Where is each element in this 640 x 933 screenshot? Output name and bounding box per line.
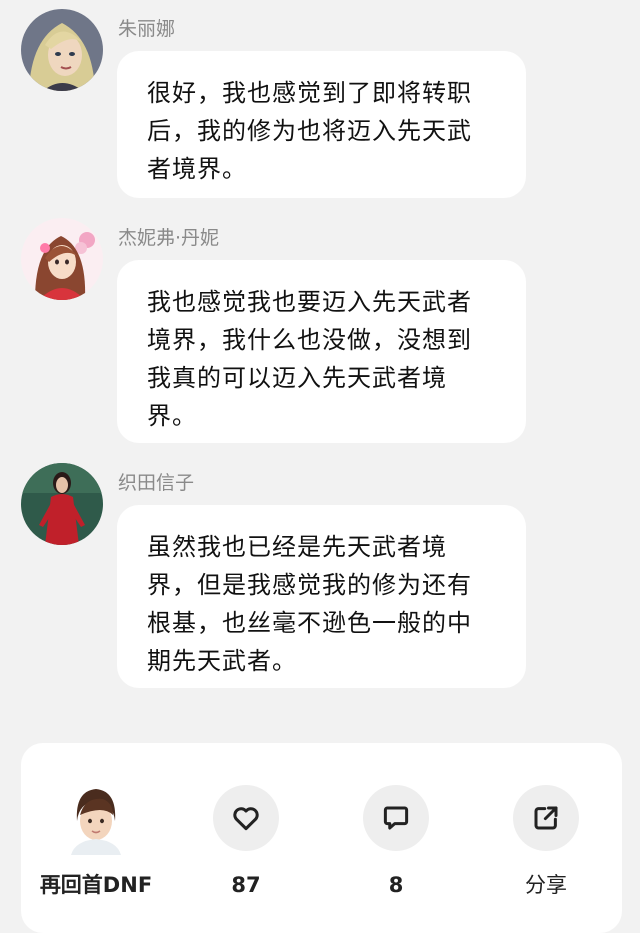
heart-icon: [233, 807, 259, 831]
sender-name[interactable]: 织田信子: [118, 471, 194, 495]
anime-girl-avatar-icon: [21, 218, 103, 300]
share-button[interactable]: 分享: [471, 785, 621, 899]
author-profile-button[interactable]: 再回首DNF: [21, 785, 171, 899]
sender-name[interactable]: 朱丽娜: [118, 17, 175, 41]
comment-bubble-icon: [383, 806, 409, 830]
sender-name[interactable]: 杰妮弗·丹妮: [118, 226, 219, 250]
author-avatar-icon[interactable]: [63, 785, 129, 855]
message-bubble: 我也感觉我也要迈入先天武者境界，我什么也没做，没想到我真的可以迈入先天武者境界。: [117, 260, 526, 443]
comment-count: 8: [388, 873, 404, 897]
share-button-circle[interactable]: [513, 785, 579, 851]
message-text: 很好，我也感觉到了即将转职后，我的修为也将迈入先天武者境界。: [147, 79, 472, 183]
message-bubble: 虽然我也已经是先天武者境界，但是我感觉我的修为还有根基，也丝毫不逊色一般的中期先…: [117, 505, 526, 688]
author-name[interactable]: 再回首DNF: [21, 871, 171, 899]
sender-avatar[interactable]: [21, 218, 103, 300]
sender-avatar[interactable]: [21, 463, 103, 545]
share-arrow-icon: [534, 806, 558, 830]
woman-in-red-avatar-icon: [21, 463, 103, 545]
comment-button-circle[interactable]: [363, 785, 429, 851]
message-text: 我也感觉我也要迈入先天武者境界，我什么也没做，没想到我真的可以迈入先天武者境界。: [147, 288, 472, 430]
blonde-woman-avatar-icon: [21, 9, 103, 91]
like-button[interactable]: 87: [171, 785, 321, 899]
action-bar: 再回首DNF 87 8 分享: [21, 743, 622, 933]
sender-avatar[interactable]: [21, 9, 103, 91]
comment-button[interactable]: 8: [321, 785, 471, 899]
message-text: 虽然我也已经是先天武者境界，但是我感觉我的修为还有根基，也丝毫不逊色一般的中期先…: [147, 533, 472, 675]
like-count: 87: [231, 873, 261, 897]
like-button-circle[interactable]: [213, 785, 279, 851]
share-label[interactable]: 分享: [471, 871, 621, 899]
message-bubble: 很好，我也感觉到了即将转职后，我的修为也将迈入先天武者境界。: [117, 51, 526, 198]
